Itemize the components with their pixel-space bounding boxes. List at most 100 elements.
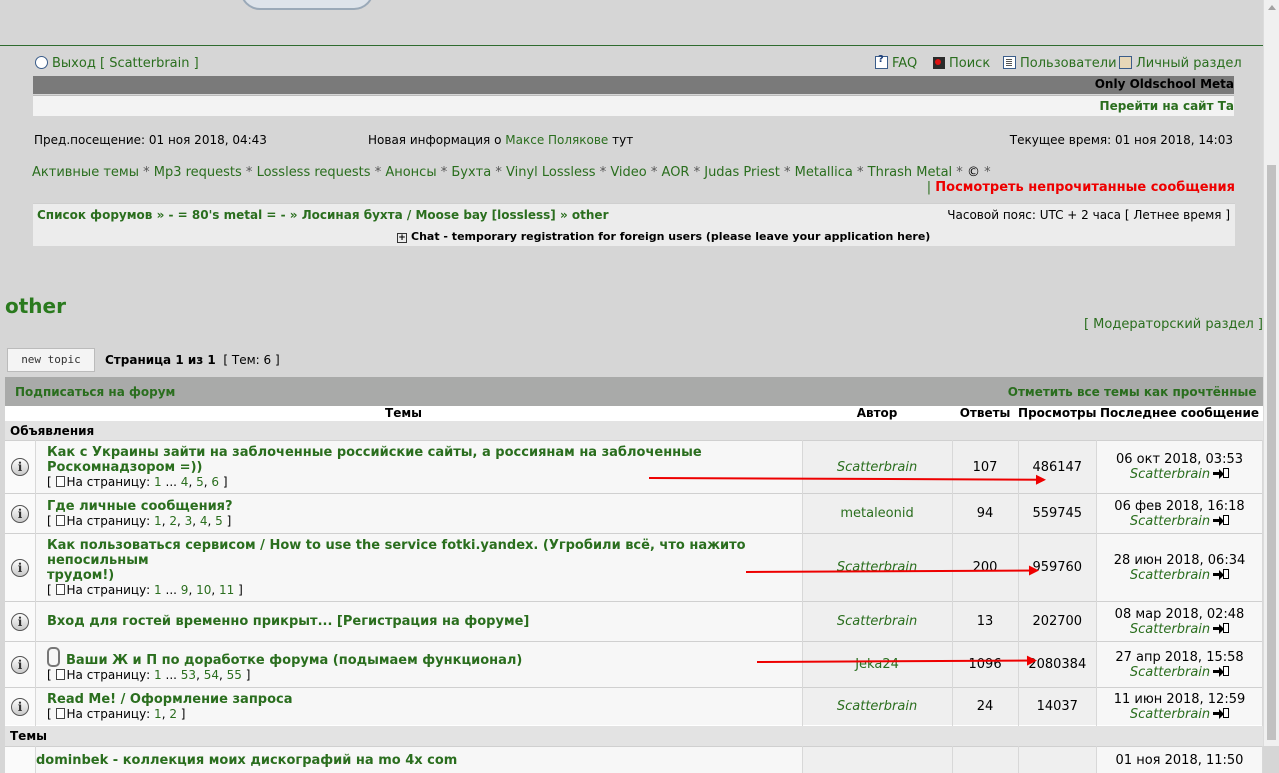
page-link[interactable]: 53	[181, 668, 196, 682]
page-link[interactable]: 1	[154, 707, 162, 721]
logout-link[interactable]: Выход [ Scatterbrain ]	[35, 56, 199, 71]
last-post-date: 06 фев 2018, 16:18	[1114, 498, 1245, 514]
banner-bar: Only Oldschool Meta	[33, 76, 1234, 94]
reply-count: 1096	[952, 641, 1019, 688]
last-post-date: 11 июн 2018, 12:59	[1113, 691, 1246, 707]
quicklink-item[interactable]: Thrash Metal	[868, 165, 953, 180]
search-link[interactable]: Поиск	[933, 56, 990, 71]
go-to-last-post-icon[interactable]	[1213, 622, 1230, 634]
quicklink-item[interactable]: Бухта	[451, 165, 491, 180]
last-post-author[interactable]: Scatterbrain	[1130, 467, 1210, 482]
topic-title[interactable]: Как пользоваться сервисом / How to use t…	[47, 538, 746, 583]
scrollbar[interactable]	[1263, 0, 1279, 746]
topic-title[interactable]: Ваши Ж и П по доработке форума (подымаем…	[66, 653, 522, 668]
topic-title[interactable]: Где личные сообщения?	[47, 499, 233, 514]
last-post-author[interactable]: Scatterbrain	[1130, 514, 1210, 529]
author-link[interactable]: Scatterbrain	[837, 560, 917, 575]
quicklink-item[interactable]: Metallica	[795, 165, 853, 180]
users-link[interactable]: Пользователи	[1003, 56, 1117, 71]
page-link[interactable]: 9	[181, 583, 189, 597]
topic-title[interactable]: Read Me! / Оформление запроса	[47, 692, 293, 707]
page-link[interactable]: 5	[215, 514, 223, 528]
page-link[interactable]: 1	[154, 583, 162, 597]
dst-toggle[interactable]: Летнее время	[1133, 208, 1221, 222]
chat-row[interactable]: + Chat - temporary registration for forei…	[397, 230, 930, 243]
page-link[interactable]: 4	[181, 475, 189, 489]
page-link[interactable]: 2	[169, 514, 177, 528]
last-post-author[interactable]: Scatterbrain	[1130, 622, 1210, 637]
last-post-author[interactable]: Scatterbrain	[1130, 568, 1210, 583]
page-link[interactable]: 3	[185, 514, 193, 528]
page-link[interactable]: 6	[211, 475, 219, 489]
quicklink-item[interactable]: Активные темы	[32, 165, 139, 180]
news-line: Новая информация о Максе Полякове тут	[368, 133, 634, 147]
table-row[interactable]: dominbek - коллекция моих дискографий на…	[5, 746, 1263, 773]
search-icon	[933, 57, 945, 69]
breadcrumb-80s[interactable]: - = 80's metal = -	[169, 208, 286, 222]
faq-link[interactable]: FAQ	[875, 54, 917, 71]
moderator-link[interactable]: [ Модераторский раздел ]	[1084, 317, 1263, 332]
quicklink-item[interactable]: Vinyl Lossless	[506, 165, 596, 180]
page-link[interactable]: 4	[200, 514, 208, 528]
go-to-last-post-icon[interactable]	[1213, 707, 1230, 719]
copyright-icon: ©	[966, 165, 980, 180]
quicklink-item[interactable]: AOR	[662, 165, 690, 180]
breadcrumb-other[interactable]: other	[572, 208, 609, 222]
go-site-bar: Перейти на сайт Та	[33, 95, 1234, 116]
go-to-last-post-icon[interactable]	[1213, 514, 1230, 526]
author-link[interactable]: Scatterbrain	[837, 699, 917, 714]
page-icon	[55, 476, 65, 487]
author-link[interactable]: Scatterbrain	[837, 460, 917, 475]
new-topic-button[interactable]: new topic	[7, 348, 95, 372]
page-link[interactable]: 1	[154, 668, 162, 682]
table-row[interactable]: i Как с Украины зайти на заблоченные рос…	[5, 440, 1263, 494]
quicklink-item[interactable]: Video	[610, 165, 646, 180]
quicklink-item[interactable]: Анонсы	[385, 165, 436, 180]
news-link[interactable]: Максе Полякове	[505, 133, 608, 147]
expand-icon[interactable]: +	[397, 233, 407, 243]
table-row[interactable]: i Read Me! / Оформление запроса[ На стра…	[5, 687, 1263, 726]
personal-link[interactable]: Личный раздел	[1119, 56, 1242, 71]
author-link[interactable]: Scatterbrain	[837, 614, 917, 629]
last-post-author[interactable]: Scatterbrain	[1130, 665, 1210, 680]
topic-title[interactable]: Как с Украины зайти на заблоченные росси…	[47, 445, 702, 475]
go-to-last-post-icon[interactable]	[1213, 665, 1230, 677]
go-to-last-post-icon[interactable]	[1213, 568, 1230, 580]
info-icon: i	[11, 697, 29, 716]
subscribe-link[interactable]: Подписаться на форум	[15, 385, 175, 399]
go-to-last-post-icon[interactable]	[1213, 468, 1230, 479]
last-post-date: 27 апр 2018, 15:58	[1115, 649, 1244, 665]
table-row[interactable]: i Где личные сообщения?[ На страницу: 1,…	[5, 493, 1263, 534]
view-count: 202700	[1018, 601, 1098, 642]
quicklink-item[interactable]: Mp3 requests	[154, 165, 242, 180]
go-site-link[interactable]: Перейти на сайт Та	[1100, 99, 1234, 113]
table-row[interactable]: i Вход для гостей временно прикрыт... [Р…	[5, 601, 1263, 642]
last-post-date: 08 мар 2018, 02:48	[1114, 606, 1245, 622]
reply-count: 13	[952, 601, 1019, 642]
last-post-author[interactable]: Scatterbrain	[1130, 707, 1210, 722]
page-link[interactable]: 1	[154, 475, 162, 489]
page-link[interactable]: 55	[227, 668, 242, 682]
page-link[interactable]: 10	[196, 583, 211, 597]
unread-link[interactable]: Посмотреть непрочитанные сообщения	[935, 180, 1235, 195]
table-row[interactable]: i Как пользоваться сервисом / How to use…	[5, 533, 1263, 602]
mark-read-link[interactable]: Отметить все темы как прочтённые	[1008, 385, 1257, 399]
breadcrumb-root[interactable]: Список форумов	[37, 208, 152, 222]
logout-icon	[35, 56, 48, 69]
page-link[interactable]: 54	[204, 668, 219, 682]
page-link[interactable]: 2	[169, 707, 177, 721]
quicklink-item[interactable]: Lossless requests	[257, 165, 371, 180]
author-link[interactable]: Jeka24	[855, 657, 899, 672]
page-link[interactable]: 1	[154, 514, 162, 528]
scroll-up-icon[interactable]	[1268, 5, 1276, 10]
page-link[interactable]: 11	[219, 583, 234, 597]
scroll-thumb[interactable]	[1267, 165, 1276, 740]
page-link[interactable]: 5	[196, 475, 204, 489]
table-row[interactable]: i Ваши Ж и П по доработке форума (подыма…	[5, 641, 1263, 688]
topic-title[interactable]: Вход для гостей временно прикрыт... [Рег…	[47, 614, 529, 629]
author-link[interactable]: metaleonid	[840, 506, 913, 521]
quicklink-item[interactable]: Judas Priest	[704, 165, 780, 180]
breadcrumb-moose[interactable]: Лосиная бухта / Moose bay [lossless]	[302, 208, 556, 222]
topic-title[interactable]: dominbek - коллекция моих дискографий на…	[36, 753, 457, 768]
nav-box: Список форумов » - = 80's metal = - » Ло…	[33, 203, 1235, 246]
